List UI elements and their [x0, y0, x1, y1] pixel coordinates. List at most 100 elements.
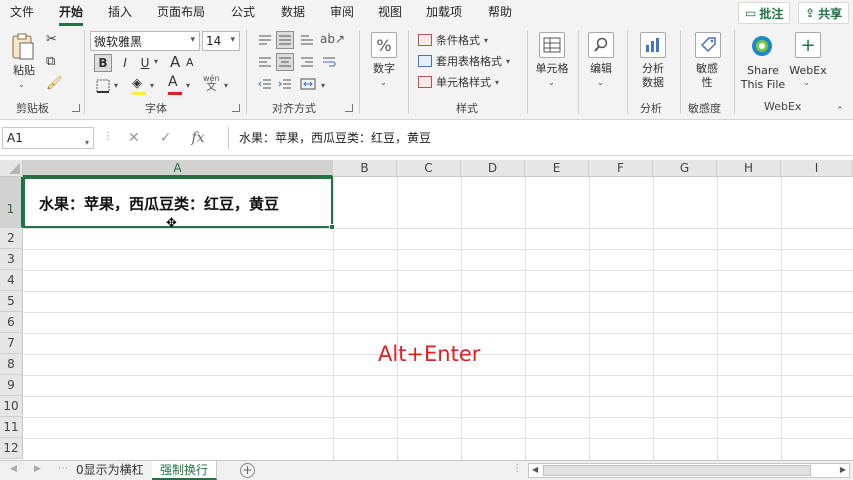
font-name-select[interactable]: 微软雅黑 ▾	[90, 31, 200, 51]
row-header-4[interactable]: 4	[0, 270, 23, 291]
editing-dropdown-icon[interactable]: ⌄	[597, 78, 604, 87]
align-left-icon[interactable]	[256, 54, 274, 70]
font-color-dropdown-icon[interactable]: ▾	[186, 81, 190, 90]
share-this-file-line1[interactable]: Share	[738, 64, 788, 78]
sheet-tab-dash[interactable]: 0显示为横杠	[68, 461, 153, 480]
align-top-icon[interactable]	[256, 32, 274, 48]
sheet-more-icon[interactable]: ⋯	[58, 463, 68, 474]
grow-font-button[interactable]: A	[170, 53, 180, 71]
borders-dropdown-icon[interactable]: ▾	[114, 81, 118, 90]
font-color-button[interactable]: A	[168, 74, 178, 90]
row-header-9[interactable]: 9	[0, 375, 23, 396]
tab-home[interactable]: 开始	[59, 5, 84, 26]
tab-page-layout[interactable]: 页面布局	[157, 5, 205, 22]
align-bottom-icon[interactable]	[298, 32, 316, 48]
row-header-11[interactable]: 11	[0, 417, 23, 438]
column-header-h[interactable]: H	[717, 160, 781, 177]
row-header-10[interactable]: 10	[0, 396, 23, 417]
column-header-f[interactable]: F	[589, 160, 653, 177]
row-header-3[interactable]: 3	[0, 249, 23, 270]
row-header-6[interactable]: 6	[0, 312, 23, 333]
column-header-d[interactable]: D	[461, 160, 525, 177]
column-header-a[interactable]: A	[23, 160, 333, 177]
italic-button[interactable]: I	[118, 54, 132, 72]
paste-button[interactable]	[8, 32, 38, 62]
number-format-label[interactable]: 数字	[368, 62, 400, 76]
horizontal-scrollbar[interactable]: ◀ ▶	[528, 463, 850, 478]
tab-addins[interactable]: 加载项	[426, 5, 462, 22]
orientation-icon[interactable]: ab↗	[320, 32, 345, 46]
alignment-launcher-icon[interactable]	[345, 104, 353, 112]
search-icon[interactable]	[588, 32, 614, 58]
table-format-button[interactable]: 套用表格格式 ▾	[418, 53, 510, 69]
webex-dropdown-icon[interactable]: ⌄	[803, 78, 810, 87]
underline-dropdown-icon[interactable]: ▾	[154, 57, 158, 66]
number-dropdown-icon[interactable]: ⌄	[380, 78, 387, 87]
tab-insert[interactable]: 插入	[108, 5, 132, 22]
conditional-format-button[interactable]: 条件格式 ▾	[418, 32, 488, 48]
phonetic-button[interactable]: wén 文	[203, 74, 220, 93]
percent-icon[interactable]: %	[371, 32, 397, 58]
increase-indent-icon[interactable]	[276, 76, 294, 92]
cells-icon[interactable]	[539, 32, 565, 58]
collapse-ribbon-icon[interactable]: ⌃	[836, 106, 844, 116]
sensitivity-label-line2[interactable]: 性	[690, 76, 724, 90]
column-header-i[interactable]: I	[781, 160, 853, 177]
row-header-7[interactable]: 7	[0, 333, 23, 354]
scroll-right-icon[interactable]: ▶	[840, 465, 846, 474]
analyze-data-label-line1[interactable]: 分析	[636, 62, 670, 76]
fill-handle[interactable]	[329, 224, 335, 230]
webex-label[interactable]: WebEx	[786, 64, 830, 78]
wrap-text-icon[interactable]	[320, 54, 338, 70]
paste-dropdown-icon[interactable]: ⌄	[18, 80, 25, 89]
share-button[interactable]: ⇪ 共享	[798, 2, 850, 24]
tab-view[interactable]: 视图	[378, 5, 402, 22]
tab-formulas[interactable]: 公式	[231, 5, 255, 22]
analyze-data-label-line2[interactable]: 数据	[636, 76, 670, 90]
webex-share-icon[interactable]	[748, 32, 776, 60]
font-launcher-icon[interactable]	[232, 104, 240, 112]
row-header-2[interactable]: 2	[0, 228, 23, 249]
comments-button[interactable]: ▭ 批注	[738, 2, 791, 24]
cut-icon[interactable]: ✂	[46, 32, 57, 47]
underline-button[interactable]: U	[138, 54, 152, 72]
phonetic-dropdown-icon[interactable]: ▾	[224, 81, 228, 90]
shrink-font-button[interactable]: A	[186, 56, 194, 69]
format-painter-icon[interactable]: 🖌	[46, 76, 63, 91]
merge-dropdown-icon[interactable]: ▾	[321, 81, 325, 90]
row-header-1[interactable]: 1	[0, 177, 23, 228]
select-all-corner[interactable]	[0, 160, 23, 177]
align-middle-icon[interactable]	[276, 31, 294, 49]
enter-icon[interactable]: ✓	[160, 130, 172, 146]
copy-icon[interactable]: ⧉	[46, 54, 55, 69]
fill-color-icon[interactable]: ◈	[132, 76, 142, 91]
column-header-c[interactable]: C	[397, 160, 461, 177]
scroll-split-icon[interactable]: ⋮	[512, 463, 522, 474]
cancel-icon[interactable]: ✕	[128, 130, 140, 146]
cell-styles-button[interactable]: 单元格样式 ▾	[418, 74, 499, 90]
prev-sheet-icon[interactable]: ◀	[10, 464, 17, 474]
formula-input[interactable]: 水果：苹果，西瓜豆类：红豆，黄豆	[228, 127, 850, 149]
drag-handle-icon[interactable]: ⋮	[103, 131, 113, 142]
name-box[interactable]: A1 ▾	[2, 127, 94, 149]
sensitivity-icon[interactable]	[695, 32, 721, 58]
merge-center-icon[interactable]	[298, 76, 318, 92]
row-header-12[interactable]: 12	[0, 438, 23, 459]
next-sheet-icon[interactable]: ▶	[34, 464, 41, 474]
cells-label[interactable]: 单元格	[532, 62, 572, 76]
tab-data[interactable]: 数据	[281, 5, 305, 22]
tab-file[interactable]: 文件	[10, 5, 34, 22]
column-header-b[interactable]: B	[333, 160, 397, 177]
column-header-e[interactable]: E	[525, 160, 589, 177]
cells-dropdown-icon[interactable]: ⌄	[548, 78, 555, 87]
row-header-8[interactable]: 8	[0, 354, 23, 375]
align-right-icon[interactable]	[298, 54, 316, 70]
scrollbar-thumb[interactable]	[543, 465, 811, 476]
sensitivity-label-line1[interactable]: 敏感	[690, 62, 724, 76]
fill-dropdown-icon[interactable]: ▾	[150, 81, 154, 90]
column-header-g[interactable]: G	[653, 160, 717, 177]
decrease-indent-icon[interactable]	[256, 76, 274, 92]
borders-icon[interactable]	[94, 78, 112, 94]
row-header-5[interactable]: 5	[0, 291, 23, 312]
cell-a1[interactable]: 水果：苹果，西瓜豆类：红豆，黄豆	[23, 177, 333, 228]
